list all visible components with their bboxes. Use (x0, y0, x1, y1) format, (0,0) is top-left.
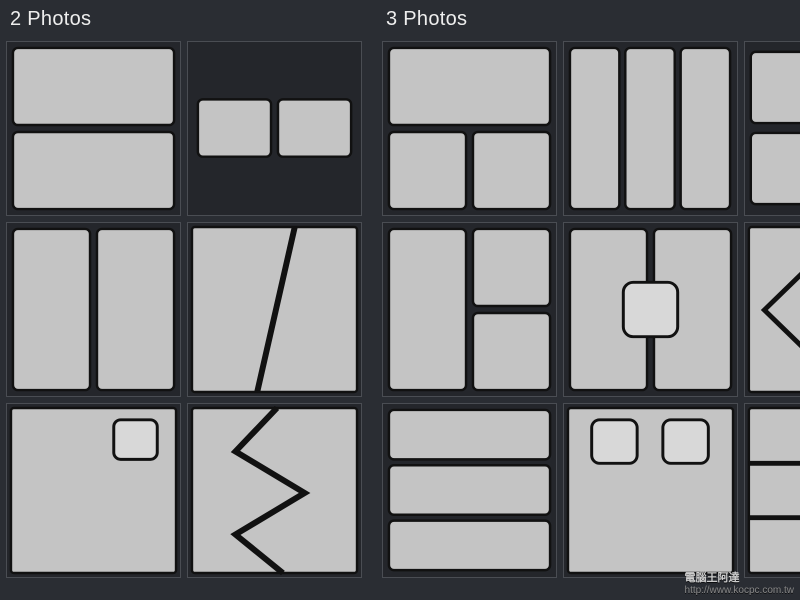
layout-one-left-two-right-stack[interactable] (382, 222, 557, 397)
layout-three-vertical-columns[interactable] (563, 41, 738, 216)
section-title-3photos: 3 Photos (386, 8, 800, 31)
layout-two-horizontal-stack[interactable] (6, 41, 181, 216)
layout-one-top-two-bottom[interactable] (382, 41, 557, 216)
layout-grid-3photos (382, 41, 800, 578)
layout-three-horizontal-rows[interactable] (382, 403, 557, 578)
layout-cutoff-r2[interactable] (744, 222, 800, 397)
layout-two-diagonal-split[interactable] (187, 222, 362, 397)
layout-two-zigzag-split[interactable] (187, 403, 362, 578)
layout-two-small-side-by-side[interactable] (187, 41, 362, 216)
layout-two-vertical-split[interactable] (6, 222, 181, 397)
layout-cutoff-r1[interactable] (744, 41, 800, 216)
layout-cutoff-r3[interactable] (744, 403, 800, 578)
section-title-2photos: 2 Photos (10, 8, 366, 31)
layout-two-pip-on-large[interactable] (563, 403, 738, 578)
layout-one-large-pip-topright[interactable] (6, 403, 181, 578)
layout-two-vertical-center-overlay[interactable] (563, 222, 738, 397)
layout-grid-2photos (6, 41, 366, 578)
